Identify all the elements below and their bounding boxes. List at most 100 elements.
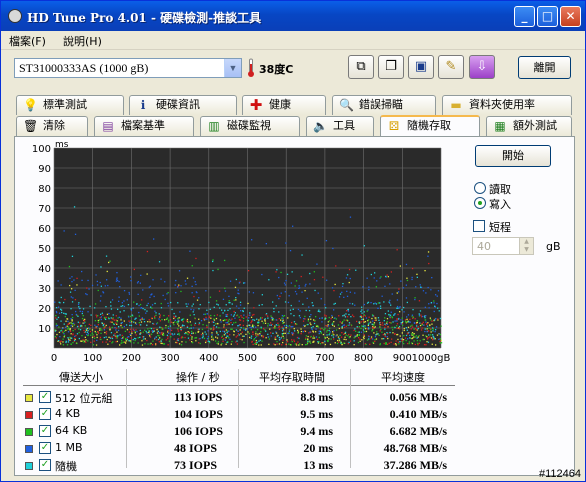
chart-point: [307, 335, 309, 338]
chart-point: [115, 329, 117, 331]
tab-error-scan[interactable]: 🔍 錯誤掃瞄: [332, 95, 436, 115]
chart-point: [346, 319, 348, 321]
tab-extra-tests[interactable]: ▦ 額外測試: [486, 116, 572, 136]
chart-point: [212, 269, 214, 272]
tab-benchmark[interactable]: 💡 標準測試: [16, 95, 124, 115]
chart-point: [409, 334, 411, 337]
chart-point: [318, 309, 320, 311]
save-button[interactable]: ▣: [408, 55, 434, 79]
chart-point: [315, 316, 317, 318]
short-stroke-spinner[interactable]: 40 ▲ ▼: [472, 237, 534, 255]
minimize-button[interactable]: _: [514, 6, 535, 27]
chart-point: [278, 276, 280, 279]
chart-point: [187, 303, 189, 305]
chart-point: [372, 320, 374, 322]
chart-point: [361, 339, 363, 341]
tab-file-benchmark[interactable]: ▤ 檔案基準: [94, 116, 194, 136]
chart-point: [406, 316, 408, 318]
chart-point: [168, 332, 170, 334]
chart-point: [398, 325, 401, 328]
chart-point: [418, 300, 421, 302]
drive-select[interactable]: ST31000333AS (1000 gB) ▼: [14, 58, 242, 78]
chart-point: [297, 332, 299, 334]
chart-point: [390, 311, 392, 313]
tab-tools[interactable]: 🔈 工具: [306, 116, 374, 136]
chart-point: [243, 282, 245, 284]
chart-point: [178, 325, 180, 327]
chart-point: [374, 339, 376, 341]
copy-all-button[interactable]: ❐: [378, 55, 404, 79]
chart-point: [290, 344, 292, 346]
maximize-button[interactable]: □: [537, 6, 558, 27]
chart-point: [311, 328, 313, 330]
chart-point: [148, 333, 150, 335]
series-checkbox[interactable]: ✓: [39, 425, 51, 437]
chart-point: [96, 316, 98, 318]
chart-point: [427, 286, 429, 289]
short-stroke-checkbox[interactable]: [473, 220, 485, 232]
tab-folder-usage[interactable]: ▬ 資料夾使用率: [442, 95, 572, 115]
tab-disk-monitor[interactable]: ▥ 磁碟監視: [200, 116, 300, 136]
chart-point: [88, 323, 90, 325]
chart-point: [430, 302, 433, 304]
chart-point: [325, 240, 328, 242]
chart-point: [296, 323, 298, 325]
chart-point: [377, 317, 380, 319]
chart-point: [395, 344, 397, 346]
copy-info-button[interactable]: ⧉: [348, 55, 374, 79]
tab-random-access[interactable]: ⚄ 隨機存取: [380, 115, 480, 137]
menu-file[interactable]: 檔案(F): [9, 33, 46, 49]
chevron-down-icon[interactable]: ▼: [224, 59, 241, 77]
spinner-arrows-icon[interactable]: ▲ ▼: [519, 238, 533, 254]
chart-point: [245, 328, 247, 330]
start-button[interactable]: 開始: [475, 145, 551, 167]
chart-point: [341, 327, 343, 329]
chart-point: [354, 304, 356, 306]
chart-point: [350, 316, 352, 318]
chart-point: [138, 304, 140, 307]
chart-point: [391, 293, 393, 295]
chart-point: [422, 315, 424, 318]
chart-point: [62, 341, 64, 343]
tab-erase[interactable]: 🗑 清除: [16, 116, 88, 136]
tab-info[interactable]: ℹ 硬碟資訊: [129, 95, 237, 115]
menu-help[interactable]: 說明(H): [63, 33, 102, 49]
series-checkbox[interactable]: ✓: [39, 459, 51, 471]
chart-point: [326, 279, 328, 281]
exit-button[interactable]: 離開: [518, 56, 571, 79]
chart-point: [354, 292, 356, 294]
chart-point: [69, 277, 71, 279]
chart-point: [205, 290, 207, 292]
app-icon[interactable]: [8, 9, 22, 23]
chart-point: [395, 343, 397, 345]
chart-point: [121, 302, 123, 304]
read-radio[interactable]: [474, 182, 486, 194]
chart-point: [151, 304, 154, 306]
download-button[interactable]: ⇩: [469, 55, 495, 79]
series-checkbox[interactable]: ✓: [39, 391, 51, 403]
chart-point: [267, 315, 269, 317]
series-checkbox[interactable]: ✓: [39, 408, 51, 420]
chart-point: [193, 309, 195, 311]
chart-point: [340, 336, 343, 338]
chart-point: [138, 311, 140, 314]
chart-point: [302, 303, 304, 305]
chart-point: [345, 277, 348, 279]
close-button[interactable]: ✕: [560, 6, 581, 27]
series-color-swatch: [25, 445, 33, 453]
chart-point: [105, 336, 107, 338]
chart-point: [198, 308, 200, 310]
chart-point: [276, 269, 278, 271]
chart-point: [118, 316, 120, 318]
options-button[interactable]: ✎: [438, 55, 464, 79]
tab-health[interactable]: ✚ 健康: [242, 95, 326, 115]
chart-point: [195, 340, 197, 342]
chart-point: [305, 283, 307, 286]
chart-point: [298, 315, 301, 317]
chart-point: [150, 306, 152, 308]
chart-point: [374, 336, 377, 338]
title-bar[interactable]: HD Tune Pro 4.01 - 硬碟檢測-推談工具 _ □ ✕: [1, 1, 585, 31]
series-checkbox[interactable]: ✓: [39, 442, 51, 454]
chart-point: [63, 230, 65, 232]
write-radio[interactable]: [474, 197, 486, 209]
